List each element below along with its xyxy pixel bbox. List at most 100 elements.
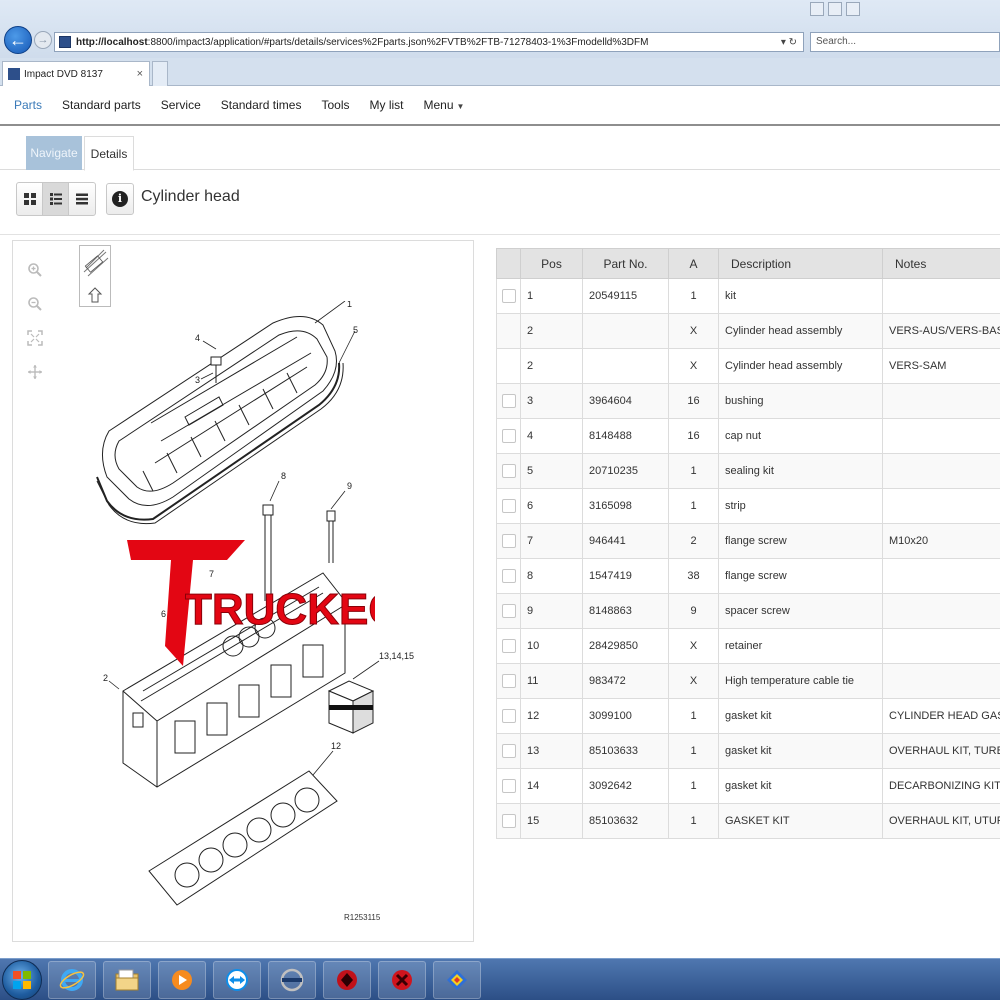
row-checkbox[interactable] (501, 394, 516, 408)
row-checkbox[interactable] (501, 674, 516, 688)
row-checkbox[interactable] (501, 744, 516, 758)
row-checkbox-cell[interactable] (496, 803, 521, 839)
info-button[interactable]: i (106, 183, 134, 215)
taskbar-teamviewer[interactable] (213, 960, 261, 999)
row-checkbox-cell[interactable] (496, 628, 521, 664)
table-row[interactable]: 13851036331gasket kitOVERHAUL KIT, TURBO… (496, 733, 1000, 769)
nav-menu[interactable]: Menu ▼ (413, 85, 474, 125)
grid-view-button[interactable] (17, 183, 43, 215)
row-checkbox-cell[interactable] (496, 278, 521, 314)
browser-search-input[interactable]: Search... (810, 32, 1000, 52)
taskbar-internet-explorer[interactable] (48, 960, 96, 999)
table-row[interactable]: 1 20549115 1 kit (496, 278, 1000, 314)
nav-standard-times[interactable]: Standard times (211, 85, 312, 125)
nav-tools[interactable]: Tools (311, 85, 359, 125)
row-checkbox[interactable] (501, 289, 516, 303)
col-notes[interactable]: Notes (882, 248, 1000, 279)
col-a[interactable]: A (668, 248, 719, 279)
nav-standard-parts[interactable]: Standard parts (52, 85, 151, 125)
row-checkbox[interactable] (501, 814, 516, 828)
tab-details[interactable]: Details (84, 136, 134, 171)
head-gasket-part[interactable] (148, 770, 338, 906)
col-part-no[interactable]: Part No. (582, 248, 669, 279)
diagram-thumbnail[interactable] (79, 245, 111, 307)
row-checkbox-cell[interactable] (496, 488, 521, 524)
window-button[interactable] (828, 2, 842, 16)
table-row[interactable]: 6 3165098 1 strip (496, 488, 1000, 524)
gasket-kit-box-part[interactable] (327, 680, 375, 734)
table-row[interactable]: 4 8148488 16 cap nut (496, 418, 1000, 454)
callout-8[interactable]: 8 (281, 471, 286, 481)
row-checkbox-cell[interactable] (496, 663, 521, 699)
table-row[interactable]: 3 3964604 16 bushing (496, 383, 1000, 419)
row-checkbox[interactable] (501, 709, 516, 723)
zoom-out-button[interactable] (23, 289, 47, 319)
taskbar-red-app-2[interactable] (378, 960, 426, 999)
list-view-button[interactable] (69, 183, 95, 215)
row-checkbox-cell[interactable] (496, 313, 521, 349)
taskbar-file-explorer[interactable] (103, 960, 151, 999)
exploded-diagram-panel[interactable]: 1 5 4 3 8 9 7 6 2 13,14,15 12 TRUCKECU R… (12, 240, 474, 942)
tab-navigate[interactable]: Navigate (26, 136, 82, 170)
row-checkbox-cell[interactable] (496, 768, 521, 804)
taskbar-volvo[interactable] (268, 960, 316, 999)
row-checkbox[interactable] (501, 464, 516, 478)
table-row[interactable]: 1230991001gasket kitCYLINDER HEAD GASKET… (496, 698, 1000, 734)
fit-to-screen-button[interactable] (23, 323, 47, 353)
window-button[interactable] (810, 2, 824, 16)
row-checkbox[interactable] (501, 604, 516, 618)
valve-cover-part[interactable] (102, 316, 337, 506)
callout-9[interactable]: 9 (347, 481, 352, 491)
address-text[interactable]: http://localhost:8800/impact3/applicatio… (76, 37, 775, 48)
nav-my-list[interactable]: My list (359, 85, 413, 125)
row-checkbox-cell[interactable] (496, 348, 521, 384)
address-bar[interactable]: http://localhost:8800/impact3/applicatio… (54, 32, 804, 52)
table-row[interactable]: 7 946441 2 flange screw M10x20 (496, 523, 1000, 559)
row-checkbox-cell[interactable] (496, 383, 521, 419)
row-checkbox-cell[interactable] (496, 593, 521, 629)
forward-button[interactable]: → (34, 31, 52, 49)
row-checkbox[interactable] (501, 779, 516, 793)
table-row[interactable]: 10 28429850 Xretainer (496, 628, 1000, 664)
col-pos[interactable]: Pos (520, 248, 583, 279)
row-checkbox-cell[interactable] (496, 698, 521, 734)
table-row[interactable]: 2 X Cylinder head assembly VERS-SAM (496, 348, 1000, 384)
table-row[interactable]: 15851036321GASKET KITOVERHAUL KIT, UTURB… (496, 803, 1000, 839)
callout-4[interactable]: 4 (195, 333, 200, 343)
table-row[interactable]: 9 8148863 9 spacer screw (496, 593, 1000, 629)
row-checkbox-cell[interactable] (496, 558, 521, 594)
callout-1[interactable]: 1 (347, 301, 352, 309)
callout-2[interactable]: 2 (103, 673, 108, 683)
table-row[interactable]: 11 983472 X High temperature cable tie (496, 663, 1000, 699)
pan-button[interactable] (23, 357, 47, 387)
row-checkbox-cell[interactable] (496, 453, 521, 489)
nav-service[interactable]: Service (151, 85, 211, 125)
row-checkbox-cell[interactable] (496, 523, 521, 559)
row-checkbox[interactable] (501, 569, 516, 583)
row-checkbox-cell[interactable] (496, 418, 521, 454)
row-checkbox[interactable] (501, 639, 516, 653)
callout-12[interactable]: 12 (331, 741, 341, 751)
callout-13-14-15[interactable]: 13,14,15 (379, 651, 414, 661)
table-row[interactable]: 5 20710235 1 sealing kit (496, 453, 1000, 489)
taskbar-red-app[interactable] (323, 960, 371, 999)
table-row[interactable]: 2 X Cylinder head assembly VERS-AUS/VERS-BA… (496, 313, 1000, 349)
table-row[interactable]: 8 1547419 38 flange screw (496, 558, 1000, 594)
col-description[interactable]: Description (718, 248, 883, 279)
callout-5[interactable]: 5 (353, 325, 358, 335)
row-checkbox[interactable] (501, 429, 516, 443)
new-tab-button[interactable] (152, 61, 168, 86)
split-view-button[interactable] (43, 183, 69, 215)
zoom-in-button[interactable] (23, 255, 47, 285)
row-checkbox[interactable] (501, 534, 516, 548)
refresh-dropdown-icon[interactable]: ▾ ↻ (775, 37, 803, 48)
taskbar-color-app[interactable] (433, 960, 481, 999)
browser-tab[interactable]: Impact DVD 8137 × (2, 61, 150, 86)
table-row[interactable]: 14 3092642 1 gasket kit DECARBONIZING KIT (496, 768, 1000, 804)
taskbar-media-player[interactable] (158, 960, 206, 999)
back-button[interactable]: ← (4, 26, 32, 54)
window-button[interactable] (846, 2, 860, 16)
row-checkbox-cell[interactable] (496, 733, 521, 769)
callout-3[interactable]: 3 (195, 375, 200, 385)
close-icon[interactable]: × (137, 68, 149, 80)
